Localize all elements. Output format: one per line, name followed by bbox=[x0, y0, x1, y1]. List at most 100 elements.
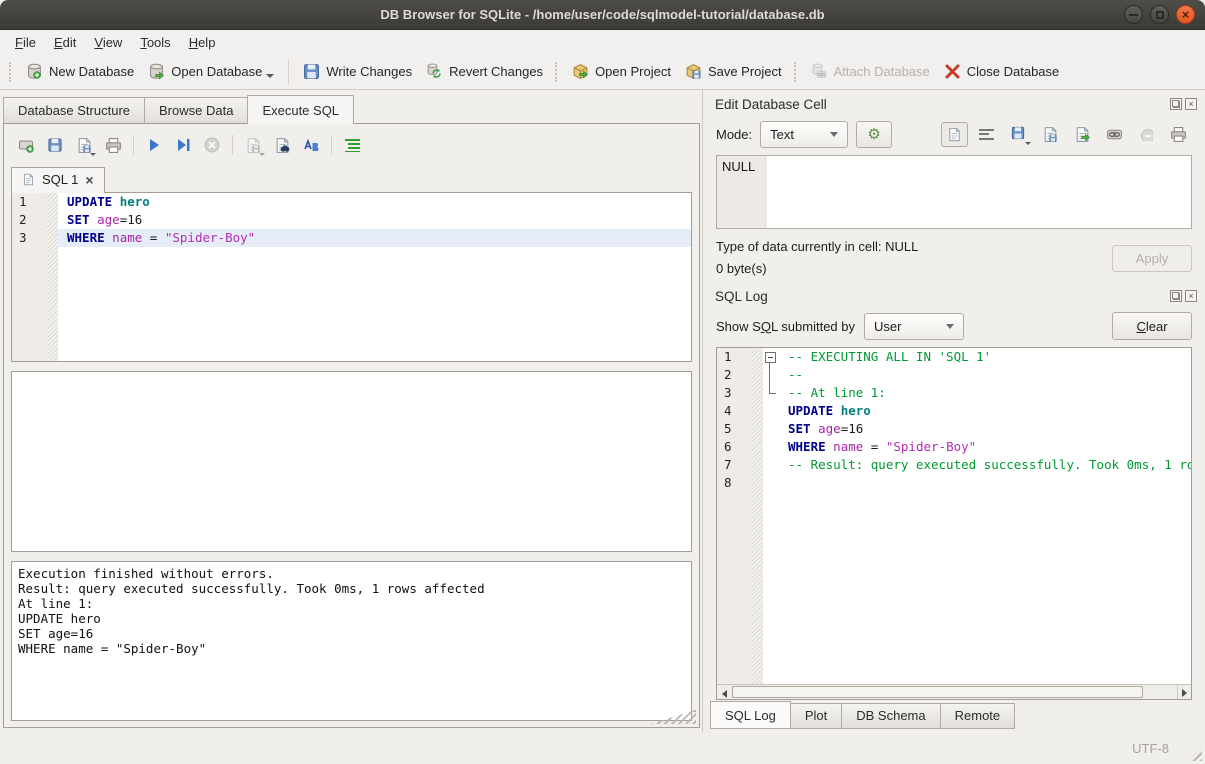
scroll-left-icon[interactable] bbox=[717, 685, 731, 699]
close-button[interactable]: × bbox=[1176, 5, 1195, 24]
code-line: 1-- EXECUTING ALL IN 'SQL 1' bbox=[717, 348, 1191, 366]
cell-editor[interactable]: NULL bbox=[716, 155, 1192, 229]
new-database-label: New Database bbox=[49, 64, 134, 79]
code-text: -- At line 1: bbox=[779, 384, 1191, 402]
new-sql-tab-button[interactable] bbox=[13, 132, 39, 158]
set-null-button bbox=[1133, 122, 1160, 147]
attach-database-button: Attach Database bbox=[804, 59, 937, 84]
resize-grip-icon[interactable] bbox=[1188, 747, 1202, 761]
find-icon bbox=[274, 137, 291, 154]
line-number: 5 bbox=[717, 420, 752, 438]
open-project-button[interactable]: Open Project bbox=[565, 59, 678, 84]
maximize-button[interactable] bbox=[1150, 5, 1169, 24]
menu-file[interactable]: File bbox=[6, 32, 45, 53]
revert-changes-button[interactable]: Revert Changes bbox=[419, 59, 550, 84]
open-external-button[interactable] bbox=[1069, 122, 1096, 147]
code-text: -- bbox=[779, 366, 1191, 384]
fold-margin bbox=[763, 438, 779, 456]
code-line: 2SET age=16 bbox=[12, 211, 691, 229]
results-pane[interactable] bbox=[11, 371, 692, 552]
menu-edit[interactable]: Edit bbox=[45, 32, 85, 53]
fold-marker-icon[interactable] bbox=[763, 348, 779, 366]
float-panel-icon[interactable] bbox=[1170, 290, 1182, 302]
print-sql-button[interactable] bbox=[100, 132, 126, 158]
code-text: SET age=16 bbox=[779, 420, 1191, 438]
print-cell-button[interactable] bbox=[1165, 122, 1192, 147]
stop-icon bbox=[204, 137, 221, 154]
close-panel-icon[interactable]: × bbox=[1185, 290, 1197, 302]
import-cell-data-button[interactable] bbox=[1005, 122, 1032, 147]
open-database-button[interactable]: Open Database bbox=[141, 59, 281, 84]
open-database-dropdown-icon[interactable] bbox=[266, 74, 274, 78]
save-sql-file-button[interactable] bbox=[71, 132, 97, 158]
tab-db-schema[interactable]: DB Schema bbox=[841, 703, 940, 729]
cell-size-info: 0 byte(s) bbox=[716, 258, 918, 280]
code-line: 1UPDATE hero bbox=[12, 193, 691, 211]
sql-1-tab-close-icon[interactable]: × bbox=[85, 173, 93, 187]
text-document-icon bbox=[947, 127, 962, 142]
tab-sql-log[interactable]: SQL Log bbox=[710, 701, 791, 729]
code-line: 5 SET age=16 bbox=[717, 420, 1191, 438]
save-project-button[interactable]: Save Project bbox=[678, 59, 789, 84]
execute-sql-pane: SQL 1 × 1UPDATE hero2SET age=163WHERE na… bbox=[3, 123, 700, 728]
fold-marker-icon bbox=[763, 366, 779, 384]
minimize-button[interactable] bbox=[1124, 5, 1143, 24]
scrollbar-thumb[interactable] bbox=[732, 686, 1143, 698]
title-bar[interactable]: DB Browser for SQLite - /home/user/code/… bbox=[0, 0, 1205, 30]
execute-line-button[interactable] bbox=[170, 132, 196, 158]
line-number: 4 bbox=[717, 402, 752, 420]
mode-select[interactable]: Text bbox=[760, 121, 848, 148]
open-sql-file-button[interactable] bbox=[42, 132, 68, 158]
copy-link-button[interactable] bbox=[1101, 122, 1128, 147]
write-changes-button[interactable]: Write Changes bbox=[296, 59, 419, 84]
menu-view[interactable]: View bbox=[85, 32, 131, 53]
code-line: 6WHERE name = "Spider-Boy" bbox=[717, 438, 1191, 456]
close-panel-icon[interactable]: × bbox=[1185, 98, 1197, 110]
sql-editor[interactable]: 1UPDATE hero2SET age=163WHERE name = "Sp… bbox=[11, 192, 692, 362]
fold-margin bbox=[763, 420, 779, 438]
splitter[interactable] bbox=[11, 362, 692, 371]
scroll-right-icon[interactable] bbox=[1177, 685, 1191, 699]
open-external-icon bbox=[1074, 126, 1091, 143]
find-button[interactable] bbox=[269, 132, 295, 158]
close-database-label: Close Database bbox=[967, 64, 1060, 79]
format-sql-icon bbox=[303, 137, 320, 154]
export-cell-data-button[interactable] bbox=[1037, 122, 1064, 147]
execute-all-button[interactable] bbox=[141, 132, 167, 158]
word-wrap-cell-button[interactable] bbox=[973, 122, 1000, 147]
tab-database-structure[interactable]: Database Structure bbox=[3, 97, 145, 123]
line-number: 2 bbox=[717, 366, 752, 384]
new-database-button[interactable]: New Database bbox=[19, 59, 141, 84]
fold-margin bbox=[763, 402, 779, 420]
new-database-icon bbox=[26, 63, 43, 80]
text-mode-button[interactable] bbox=[941, 122, 968, 147]
format-sql-button[interactable] bbox=[298, 132, 324, 158]
tab-execute-sql[interactable]: Execute SQL bbox=[247, 95, 354, 124]
chevron-down-icon bbox=[946, 324, 954, 329]
import-dropdown-icon bbox=[1025, 142, 1031, 145]
tab-browse-data[interactable]: Browse Data bbox=[144, 97, 248, 123]
word-wrap-button[interactable] bbox=[339, 132, 365, 158]
encoding-label: UTF-8 bbox=[1132, 741, 1169, 756]
sql-1-tab[interactable]: SQL 1 × bbox=[11, 167, 105, 193]
auto-apply-button[interactable]: ⚙ bbox=[856, 121, 892, 148]
tab-remote[interactable]: Remote bbox=[940, 703, 1016, 729]
word-wrap-icon bbox=[979, 129, 994, 140]
menu-help[interactable]: Help bbox=[180, 32, 225, 53]
menu-tools[interactable]: Tools bbox=[131, 32, 179, 53]
splitter[interactable] bbox=[11, 552, 692, 561]
horizontal-scrollbar[interactable] bbox=[717, 684, 1191, 699]
float-panel-icon[interactable] bbox=[1170, 98, 1182, 110]
sql-editor-code[interactable]: 1UPDATE hero2SET age=163WHERE name = "Sp… bbox=[12, 193, 691, 361]
fold-margin bbox=[763, 456, 779, 474]
execute-line-icon bbox=[175, 137, 192, 154]
sql-log-header: SQL Log × bbox=[708, 284, 1200, 308]
sql-log-view[interactable]: 1-- EXECUTING ALL IN 'SQL 1'2--3-- At li… bbox=[716, 347, 1192, 700]
toolbar-handle bbox=[555, 62, 560, 82]
clear-log-button[interactable]: Clear bbox=[1112, 312, 1192, 340]
print-icon bbox=[1170, 126, 1187, 143]
tab-plot[interactable]: Plot bbox=[790, 703, 842, 729]
execution-message-pane[interactable]: Execution finished without errors. Resul… bbox=[11, 561, 692, 721]
close-database-button[interactable]: Close Database bbox=[937, 59, 1067, 84]
log-filter-select[interactable]: User bbox=[864, 313, 964, 340]
